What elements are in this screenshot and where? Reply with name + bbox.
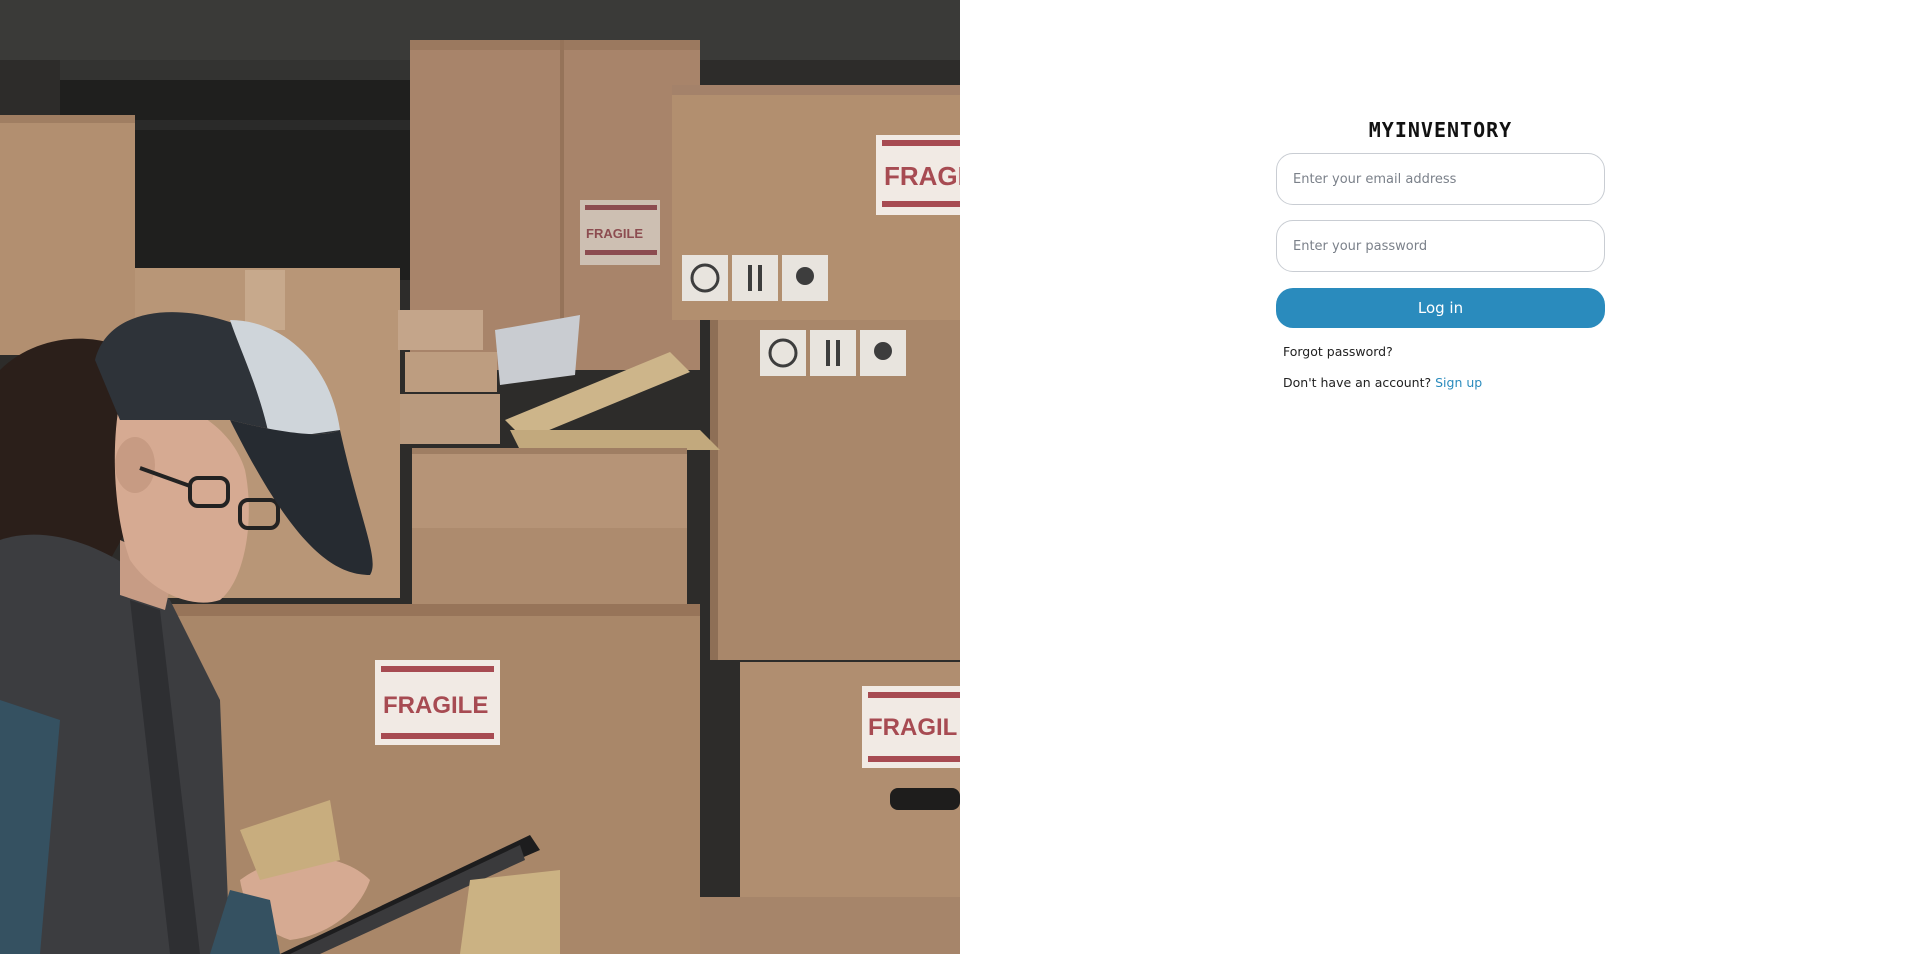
- login-button[interactable]: Log in: [1276, 288, 1605, 328]
- warehouse-photo: FRAGI FRAGILE FRAGILE FRAGIL: [0, 0, 960, 954]
- svg-text:FRAGILE: FRAGILE: [586, 226, 643, 241]
- brand-logo: MYINVENTORY: [1368, 118, 1513, 142]
- signup-row: Don't have an account? Sign up: [1283, 375, 1605, 390]
- email-input[interactable]: [1276, 153, 1605, 205]
- svg-text:FRAGILE: FRAGILE: [383, 692, 488, 719]
- fragile-label: FRAGILE: [375, 660, 500, 745]
- password-input[interactable]: [1276, 220, 1605, 272]
- fragile-label: FRAGI: [876, 135, 960, 215]
- auth-links: Forgot password? Don't have an account? …: [1276, 328, 1605, 390]
- auth-panel: MYINVENTORY Log in Forgot password? Don'…: [960, 0, 1920, 954]
- fragile-label: FRAGILE: [580, 200, 660, 265]
- hero-image: FRAGI FRAGILE FRAGILE FRAGIL: [0, 0, 960, 954]
- login-form: MYINVENTORY Log in Forgot password? Don'…: [1276, 118, 1605, 390]
- fragile-label: FRAGIL: [862, 686, 960, 768]
- signup-link[interactable]: Sign up: [1435, 375, 1482, 390]
- forgot-password-link[interactable]: Forgot password?: [1283, 344, 1393, 359]
- login-page: FRAGI FRAGILE FRAGILE FRAGIL MYINVENTORY…: [0, 0, 1920, 954]
- no-account-text: Don't have an account?: [1283, 375, 1432, 390]
- svg-text:FRAGIL: FRAGIL: [868, 714, 957, 741]
- svg-text:FRAGI: FRAGI: [884, 161, 960, 191]
